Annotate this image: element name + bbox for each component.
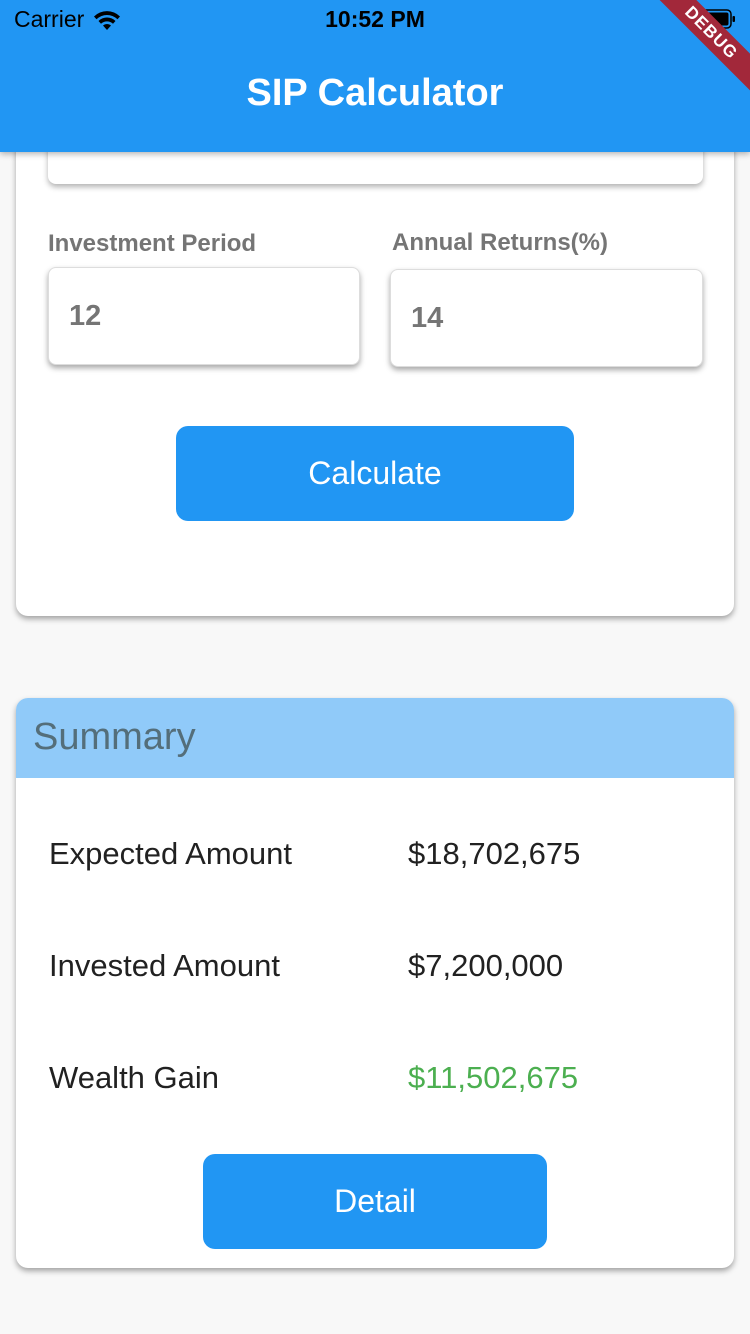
calculator-form-card: Investment Period Annual Returns(%) Calc… (16, 90, 734, 616)
investment-period-input[interactable] (49, 268, 359, 364)
app-bar: Carrier 10:52 PM SIP Calculator DEBUG (0, 0, 750, 152)
expected-amount-value: $18,702,675 (408, 836, 581, 871)
wealth-gain-value: $11,502,675 (408, 1060, 579, 1095)
wealth-gain-label: Wealth Gain (49, 1060, 220, 1095)
summary-header: Summary (16, 698, 734, 778)
annual-returns-label: Annual Returns(%) (392, 229, 608, 256)
summary-title: Summary (33, 716, 196, 758)
invested-amount-label: Invested Amount (49, 948, 280, 983)
investment-period-input-box[interactable] (48, 267, 360, 365)
annual-returns-input[interactable] (391, 270, 702, 366)
detail-button[interactable]: Detail (203, 1154, 547, 1249)
investment-period-label: Investment Period (48, 230, 257, 257)
expected-amount-label: Expected Amount (49, 836, 292, 871)
status-time: 10:52 PM (325, 6, 425, 32)
summary-card: Summary Expected Amount $18,702,675 Inve… (16, 698, 734, 1268)
calculate-button[interactable]: Calculate (176, 426, 574, 521)
annual-returns-input-box[interactable] (390, 269, 703, 367)
app-title: SIP Calculator (246, 72, 504, 114)
invested-amount-value: $7,200,000 (408, 948, 564, 983)
